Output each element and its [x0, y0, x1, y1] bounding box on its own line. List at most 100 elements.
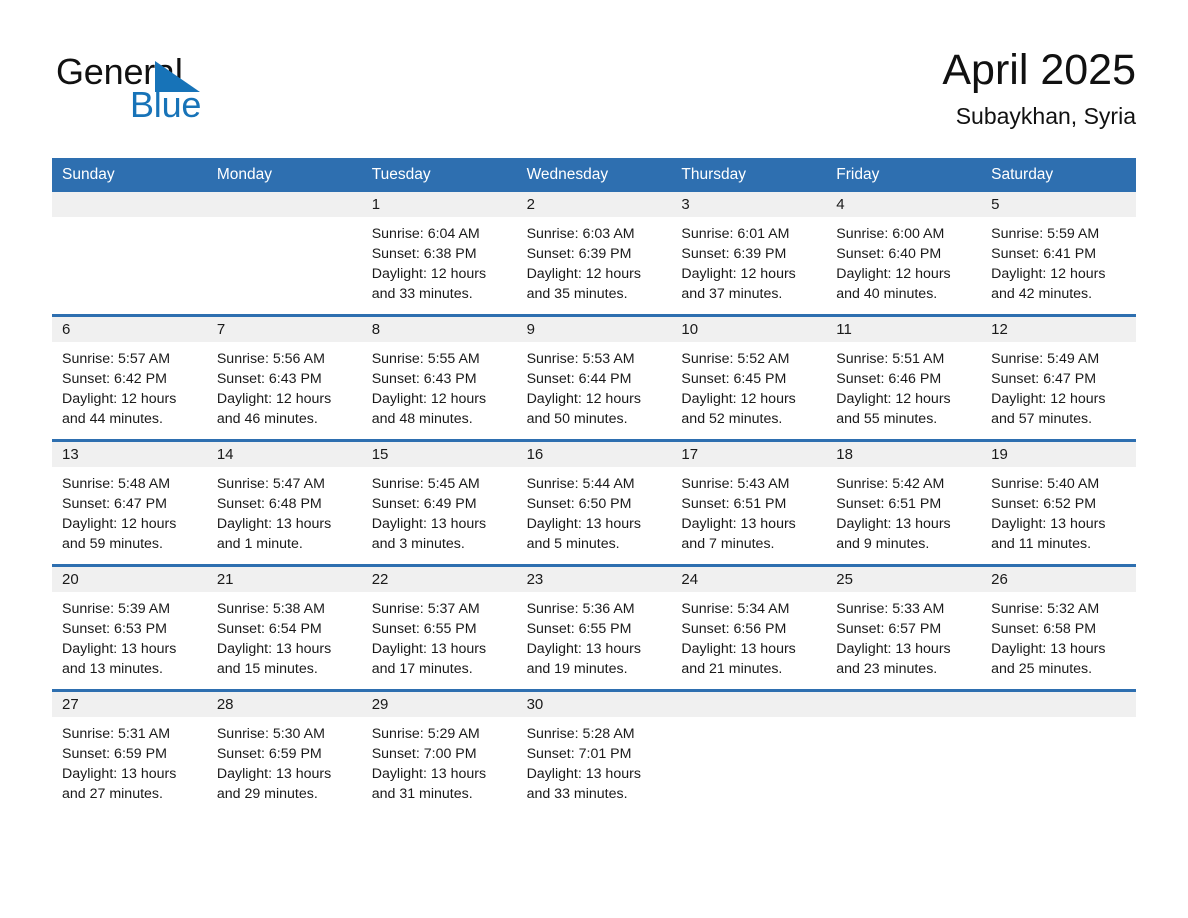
day-number: 21: [206, 567, 362, 592]
day-number: 13: [52, 442, 207, 467]
day-cell[interactable]: 14 Sunrise: 5:47 AM Sunset: 6:48 PM Dayligh…: [206, 442, 362, 564]
day-cell[interactable]: 17 Sunrise: 5:43 AM Sunset: 6:51 PM Dayligh…: [671, 442, 827, 564]
day-cell[interactable]: 27 Sunrise: 5:31 AM Sunset: 6:59 PM Dayligh…: [52, 692, 207, 814]
day-cell[interactable]: 22 Sunrise: 5:37 AM Sunset: 6:55 PM Dayligh…: [361, 567, 517, 689]
sunrise-text: Sunrise: 5:40 AM: [991, 476, 1100, 492]
day-details: Sunrise: 5:57 AM Sunset: 6:42 PM Daylight:…: [52, 342, 207, 439]
day-cell[interactable]: 13 Sunrise: 5:48 AM Sunset: 6:47 PM Dayligh…: [52, 442, 207, 564]
day-cell[interactable]: 11 Sunrise: 5:51 AM Sunset: 6:46 PM Dayligh…: [826, 317, 982, 439]
day-cell[interactable]: 24 Sunrise: 5:34 AM Sunset: 6:56 PM Dayligh…: [671, 567, 827, 689]
day-cell[interactable]: 20 Sunrise: 5:39 AM Sunset: 6:53 PM Dayligh…: [52, 567, 207, 689]
page-title: April 2025: [942, 46, 1136, 94]
sunrise-text: Sunrise: 5:42 AM: [836, 476, 945, 492]
day-cell[interactable]: 16 Sunrise: 5:44 AM Sunset: 6:50 PM Dayligh…: [516, 442, 672, 564]
sunrise-text: Sunrise: 5:36 AM: [526, 601, 635, 617]
day-details: [671, 717, 826, 734]
day-number: 16: [516, 442, 672, 467]
day-cell[interactable]: 7 Sunrise: 5:56 AM Sunset: 6:43 PM Daylight…: [206, 317, 362, 439]
day-cell[interactable]: 25 Sunrise: 5:33 AM Sunset: 6:57 PM Dayligh…: [826, 567, 982, 689]
day-number: 15: [361, 442, 517, 467]
general-blue-logo[interactable]: General Blue: [52, 52, 242, 126]
day-details: Sunrise: 5:42 AM Sunset: 6:51 PM Daylight:…: [826, 467, 981, 564]
day-cell[interactable]: 9 Sunrise: 5:53 AM Sunset: 6:44 PM Daylight…: [516, 317, 672, 439]
sunset-text: Sunset: 6:53 PM: [62, 621, 167, 637]
day-details: Sunrise: 5:37 AM Sunset: 6:55 PM Daylight:…: [362, 592, 517, 689]
sunset-text: Sunset: 6:52 PM: [991, 496, 1097, 512]
day-details: Sunrise: 5:47 AM Sunset: 6:48 PM Daylight:…: [207, 467, 362, 564]
day-details: Sunrise: 5:56 AM Sunset: 6:43 PM Daylight:…: [207, 342, 362, 439]
day-details: Sunrise: 5:38 AM Sunset: 6:54 PM Daylight:…: [207, 592, 362, 689]
day-cell[interactable]: 21 Sunrise: 5:38 AM Sunset: 6:54 PM Dayligh…: [206, 567, 362, 689]
daylight-text: Daylight: 13 hours and 7 minutes.: [681, 516, 796, 552]
daylight-text: Daylight: 12 hours and 35 minutes.: [526, 266, 641, 302]
sunset-text: Sunset: 6:49 PM: [371, 496, 477, 512]
day-number: 27: [52, 692, 207, 717]
sunrise-text: Sunrise: 5:44 AM: [526, 476, 635, 492]
day-cell-empty: [671, 692, 827, 814]
sunrise-text: Sunrise: 6:03 AM: [526, 226, 635, 242]
day-cell[interactable]: 2 Sunrise: 6:03 AM Sunset: 6:39 PM Daylight…: [516, 192, 672, 314]
day-number: 28: [206, 692, 362, 717]
day-cell-empty: [981, 692, 1136, 814]
sunrise-text: Sunrise: 5:53 AM: [526, 351, 635, 367]
day-number: 8: [361, 317, 517, 342]
day-cell-empty: [52, 192, 207, 314]
masthead: General Blue April 2025 Subaykhan, Syria: [52, 44, 1136, 144]
day-cell[interactable]: 19 Sunrise: 5:40 AM Sunset: 6:52 PM Dayligh…: [981, 442, 1136, 564]
sunset-text: Sunset: 6:57 PM: [836, 621, 942, 637]
sunrise-text: Sunrise: 5:59 AM: [991, 226, 1100, 242]
day-details: Sunrise: 5:28 AM Sunset: 7:01 PM Daylight:…: [517, 717, 672, 814]
day-number: 9: [516, 317, 672, 342]
day-cell[interactable]: 26 Sunrise: 5:32 AM Sunset: 6:58 PM Dayligh…: [981, 567, 1136, 689]
day-cell[interactable]: 12 Sunrise: 5:49 AM Sunset: 6:47 PM Dayligh…: [981, 317, 1136, 439]
day-cell[interactable]: 30 Sunrise: 5:28 AM Sunset: 7:01 PM Dayligh…: [516, 692, 672, 814]
day-cell[interactable]: 4 Sunrise: 6:00 AM Sunset: 6:40 PM Daylight…: [826, 192, 982, 314]
day-details: Sunrise: 5:55 AM Sunset: 6:43 PM Daylight:…: [362, 342, 517, 439]
sunrise-text: Sunrise: 5:52 AM: [681, 351, 790, 367]
day-cell[interactable]: 15 Sunrise: 5:45 AM Sunset: 6:49 PM Dayligh…: [361, 442, 517, 564]
sunrise-text: Sunrise: 5:34 AM: [681, 601, 790, 617]
day-cell[interactable]: 29 Sunrise: 5:29 AM Sunset: 7:00 PM Dayligh…: [361, 692, 517, 814]
sunrise-text: Sunrise: 5:32 AM: [991, 601, 1100, 617]
daylight-text: Daylight: 12 hours and 37 minutes.: [681, 266, 796, 302]
day-details: Sunrise: 5:39 AM Sunset: 6:53 PM Daylight:…: [52, 592, 207, 689]
sunrise-text: Sunrise: 5:29 AM: [371, 726, 480, 742]
sunset-text: Sunset: 6:41 PM: [991, 246, 1097, 262]
day-cell[interactable]: 10 Sunrise: 5:52 AM Sunset: 6:45 PM Dayligh…: [671, 317, 827, 439]
day-cell[interactable]: 6 Sunrise: 5:57 AM Sunset: 6:42 PM Daylight…: [52, 317, 207, 439]
daylight-text: Daylight: 12 hours and 57 minutes.: [991, 391, 1106, 427]
day-number: 19: [981, 442, 1136, 467]
daylight-text: Daylight: 13 hours and 21 minutes.: [681, 641, 796, 677]
sunrise-text: Sunrise: 5:33 AM: [836, 601, 945, 617]
day-number: [981, 692, 1136, 717]
week-row: 20 Sunrise: 5:39 AM Sunset: 6:53 PM Dayligh…: [52, 564, 1136, 689]
sunset-text: Sunset: 6:42 PM: [62, 371, 167, 387]
calendar-weeks: 1 Sunrise: 6:04 AM Sunset: 6:38 PM Daylight…: [52, 192, 1136, 814]
sunset-text: Sunset: 6:39 PM: [526, 246, 632, 262]
day-cell[interactable]: 18 Sunrise: 5:42 AM Sunset: 6:51 PM Dayligh…: [826, 442, 982, 564]
sunset-text: Sunset: 6:43 PM: [371, 371, 477, 387]
day-number: [826, 692, 982, 717]
day-number: 24: [671, 567, 827, 592]
daylight-text: Daylight: 13 hours and 1 minute.: [216, 516, 332, 552]
sunrise-text: Sunrise: 5:55 AM: [371, 351, 480, 367]
day-details: Sunrise: 6:04 AM Sunset: 6:38 PM Daylight:…: [362, 217, 517, 314]
daylight-text: Daylight: 13 hours and 3 minutes.: [371, 516, 487, 552]
sunset-text: Sunset: 7:00 PM: [371, 746, 477, 762]
day-cell[interactable]: 8 Sunrise: 5:55 AM Sunset: 6:43 PM Daylight…: [361, 317, 517, 439]
day-cell[interactable]: 28 Sunrise: 5:30 AM Sunset: 6:59 PM Dayligh…: [206, 692, 362, 814]
weekday-header-sunday: Sunday: [62, 166, 115, 183]
day-cell[interactable]: 5 Sunrise: 5:59 AM Sunset: 6:41 PM Daylight…: [981, 192, 1136, 314]
day-details: Sunrise: 6:01 AM Sunset: 6:39 PM Daylight:…: [671, 217, 826, 314]
sunset-text: Sunset: 6:39 PM: [681, 246, 787, 262]
day-cell[interactable]: 3 Sunrise: 6:01 AM Sunset: 6:39 PM Daylight…: [671, 192, 827, 314]
daylight-text: Daylight: 13 hours and 25 minutes.: [991, 641, 1106, 677]
day-cell[interactable]: 23 Sunrise: 5:36 AM Sunset: 6:55 PM Dayligh…: [516, 567, 672, 689]
day-details: Sunrise: 6:00 AM Sunset: 6:40 PM Daylight:…: [826, 217, 981, 314]
sunset-text: Sunset: 6:47 PM: [991, 371, 1097, 387]
day-details: Sunrise: 5:40 AM Sunset: 6:52 PM Daylight:…: [981, 467, 1136, 564]
day-details: Sunrise: 5:34 AM Sunset: 6:56 PM Daylight:…: [671, 592, 826, 689]
daylight-text: Daylight: 13 hours and 27 minutes.: [62, 766, 177, 802]
day-cell[interactable]: 1 Sunrise: 6:04 AM Sunset: 6:38 PM Daylight…: [361, 192, 517, 314]
sunset-text: Sunset: 6:59 PM: [216, 746, 322, 762]
